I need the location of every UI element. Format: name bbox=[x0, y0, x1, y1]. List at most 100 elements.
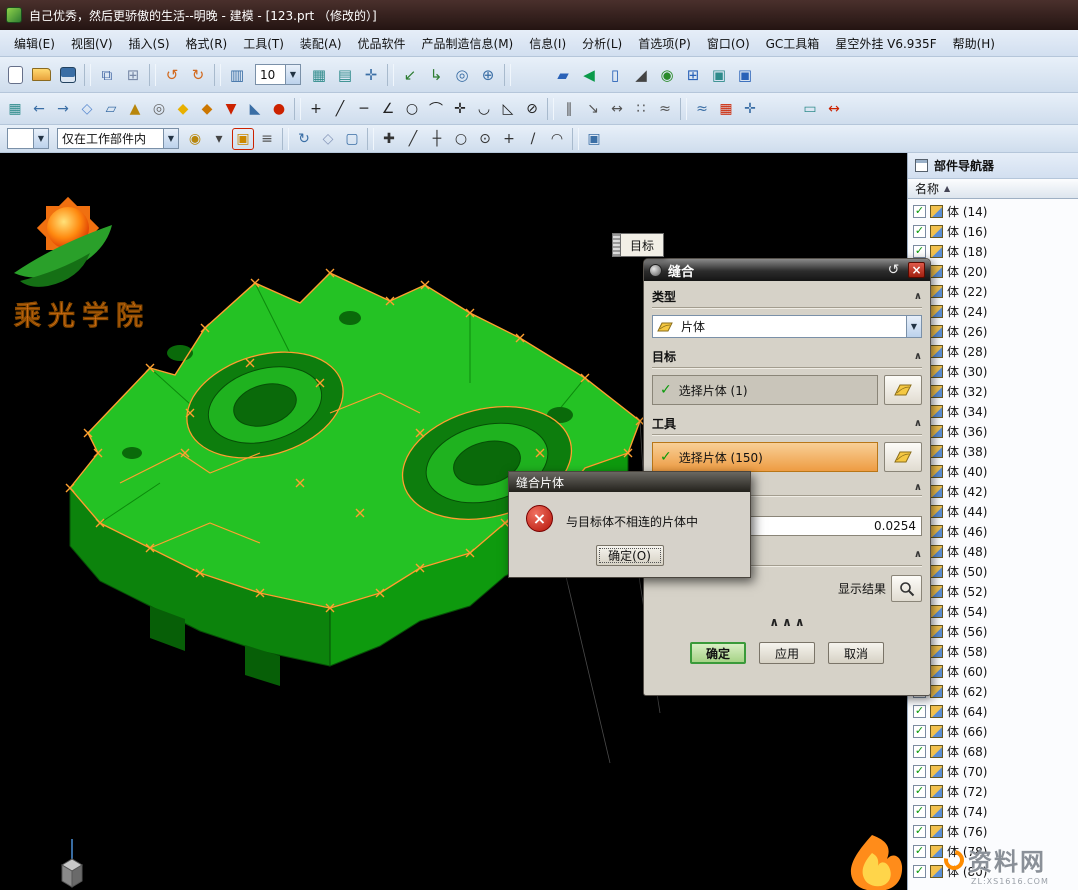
hole-icon[interactable]: ◎ bbox=[148, 98, 170, 120]
menu-drop-icon[interactable]: ▾ bbox=[208, 128, 230, 150]
move-icon[interactable]: ✚ bbox=[378, 128, 400, 150]
chart-icon[interactable]: ◢ bbox=[629, 63, 653, 87]
navigator-row[interactable]: ✓ 体 (64) bbox=[908, 701, 1078, 721]
layers-icon[interactable]: ▤ bbox=[333, 63, 357, 87]
ruler-icon[interactable]: ▭ bbox=[799, 98, 821, 120]
navigator-row[interactable]: ✓ 体 (44) bbox=[908, 501, 1078, 521]
navigator-row[interactable]: ✓ 体 (38) bbox=[908, 441, 1078, 461]
type-combo[interactable]: 片体 ▼ bbox=[652, 315, 922, 338]
rotate-icon[interactable]: ↻ bbox=[293, 128, 315, 150]
navigator-row[interactable]: ✓ 体 (54) bbox=[908, 601, 1078, 621]
wcs-icon[interactable]: ▣ bbox=[583, 128, 605, 150]
navigator-row[interactable]: ✓ 体 (24) bbox=[908, 301, 1078, 321]
tree-icon[interactable]: ⊞ bbox=[681, 63, 705, 87]
navigator-row[interactable]: ✓ 体 (50) bbox=[908, 561, 1078, 581]
snap-slash-icon[interactable]: / bbox=[522, 128, 544, 150]
select-sheet-button[interactable] bbox=[884, 442, 922, 472]
snap-arrow-icon[interactable]: ↙ bbox=[398, 63, 422, 87]
checkbox-icon[interactable]: ✓ bbox=[913, 805, 926, 818]
navigator-row[interactable]: ✓ 体 (74) bbox=[908, 801, 1078, 821]
cross-icon[interactable]: ✛ bbox=[449, 98, 471, 120]
navigator-row[interactable]: ✓ 体 (22) bbox=[908, 281, 1078, 301]
collapse-chevron-icon[interactable]: ∧ bbox=[914, 418, 922, 429]
menu-item[interactable]: 优品软件 bbox=[350, 31, 414, 56]
project-icon[interactable]: ↘ bbox=[582, 98, 604, 120]
unite-icon[interactable]: ◆ bbox=[172, 98, 194, 120]
navigator-column-header[interactable]: 名称 ▲ bbox=[908, 179, 1078, 199]
menu-item[interactable]: 产品制造信息(M) bbox=[414, 31, 522, 56]
collapse-all-chevrons[interactable]: ∧ ∧ ∧ bbox=[652, 615, 922, 629]
save-icon[interactable] bbox=[60, 67, 76, 83]
sew-dialog-titlebar[interactable]: 缝合 ↺ × bbox=[644, 259, 930, 281]
undo-icon[interactable]: ↺ bbox=[160, 63, 184, 87]
menu-item[interactable]: 插入(S) bbox=[121, 31, 178, 56]
collapse-chevron-icon[interactable]: ∧ bbox=[914, 482, 922, 493]
menu-item[interactable]: 帮助(H) bbox=[945, 31, 1003, 56]
sheet-grid-icon[interactable]: ▦ bbox=[307, 63, 331, 87]
select-sheet-button[interactable] bbox=[884, 375, 922, 405]
window-icon[interactable]: ▯ bbox=[603, 63, 627, 87]
menu-item[interactable]: 格式(R) bbox=[178, 31, 236, 56]
selection-filter-combo[interactable]: ▼ bbox=[7, 128, 49, 149]
checkbox-icon[interactable]: ✓ bbox=[913, 745, 926, 758]
navigator-row[interactable]: ✓ 体 (52) bbox=[908, 581, 1078, 601]
collapse-chevron-icon[interactable]: ∧ bbox=[914, 351, 922, 362]
tool-selection-box[interactable]: ✓ 选择片体 (150) bbox=[652, 442, 878, 472]
chevron-down-icon[interactable]: ▼ bbox=[33, 129, 48, 148]
checkbox-icon[interactable]: ✓ bbox=[913, 225, 926, 238]
offset-icon[interactable]: ∥ bbox=[558, 98, 580, 120]
datum-plane-icon[interactable]: ◇ bbox=[76, 98, 98, 120]
snap-circle-icon[interactable]: ○ bbox=[450, 128, 472, 150]
circle-icon[interactable]: ○ bbox=[401, 98, 423, 120]
dashed-icon[interactable]: ≡ bbox=[256, 128, 278, 150]
navigator-row[interactable]: ✓ 体 (32) bbox=[908, 381, 1078, 401]
reset-icon[interactable]: ↺ bbox=[885, 262, 902, 279]
view-columns-icon[interactable]: ▥ bbox=[225, 63, 249, 87]
new-icon[interactable] bbox=[8, 66, 23, 84]
selection-scope-combo[interactable]: 仅在工作部件内 ▼ bbox=[57, 128, 179, 149]
menu-item[interactable]: 编辑(E) bbox=[6, 31, 63, 56]
cube-icon[interactable]: ▢ bbox=[341, 128, 363, 150]
wave-link-icon[interactable]: ≈ bbox=[691, 98, 713, 120]
trim-icon[interactable]: ⊘ bbox=[521, 98, 543, 120]
orient-icon[interactable]: ✛ bbox=[359, 63, 383, 87]
checkbox-icon[interactable]: ✓ bbox=[913, 845, 926, 858]
navigator-row[interactable]: ✓ 体 (20) bbox=[908, 261, 1078, 281]
navigator-row[interactable]: ✓ 体 (42) bbox=[908, 481, 1078, 501]
snap-center-icon[interactable]: ⊙ bbox=[474, 128, 496, 150]
checkbox-icon[interactable]: ✓ bbox=[913, 765, 926, 778]
hline-icon[interactable]: ─ bbox=[353, 98, 375, 120]
collapse-chevron-icon[interactable]: ∧ bbox=[914, 549, 922, 560]
collapse-chevron-icon[interactable]: ∧ bbox=[914, 291, 922, 302]
navigator-row[interactable]: ✓ 体 (70) bbox=[908, 761, 1078, 781]
sketch-icon[interactable]: ▱ bbox=[100, 98, 122, 120]
navigator-row[interactable]: ✓ 体 (34) bbox=[908, 401, 1078, 421]
navigator-row[interactable]: ✓ 体 (60) bbox=[908, 661, 1078, 681]
navigator-row[interactable]: ✓ 体 (62) bbox=[908, 681, 1078, 701]
navigator-row[interactable]: ✓ 体 (56) bbox=[908, 621, 1078, 641]
navigator-row[interactable]: ✓ 体 (66) bbox=[908, 721, 1078, 741]
green-back-icon[interactable]: ◀ bbox=[577, 63, 601, 87]
error-dialog-titlebar[interactable]: 缝合片体 bbox=[509, 472, 750, 492]
subtract-icon[interactable]: ◆ bbox=[196, 98, 218, 120]
navigator-row[interactable]: ✓ 体 (28) bbox=[908, 341, 1078, 361]
navigator-row[interactable]: ✓ 体 (76) bbox=[908, 821, 1078, 841]
sweep-icon[interactable]: ≈ bbox=[654, 98, 676, 120]
navigator-row[interactable]: ✓ 体 (18) bbox=[908, 241, 1078, 261]
checkbox-icon[interactable]: ✓ bbox=[913, 245, 926, 258]
menu-item[interactable]: 信息(I) bbox=[521, 31, 574, 56]
checkbox-icon[interactable]: ✓ bbox=[913, 205, 926, 218]
menu-item[interactable]: 分析(L) bbox=[574, 31, 630, 56]
navigator-row[interactable]: ✓ 体 (30) bbox=[908, 361, 1078, 381]
show-result-button[interactable] bbox=[891, 575, 922, 602]
target-selection-box[interactable]: ✓ 选择片体 (1) bbox=[652, 375, 878, 405]
snap-mid-icon[interactable]: ┼ bbox=[426, 128, 448, 150]
drag-handle-icon[interactable] bbox=[612, 233, 621, 257]
type-section-header[interactable]: 类型 ∧ bbox=[652, 288, 922, 308]
error-ok-button[interactable]: 确定(O) bbox=[596, 545, 664, 566]
navigator-row[interactable]: ✓ 体 (46) bbox=[908, 521, 1078, 541]
checkbox-icon[interactable]: ✓ bbox=[913, 785, 926, 798]
snap-corner-icon[interactable]: ↳ bbox=[424, 63, 448, 87]
paste-icon[interactable]: ⊞ bbox=[121, 63, 145, 87]
monitor-blue-icon[interactable]: ▣ bbox=[733, 63, 757, 87]
